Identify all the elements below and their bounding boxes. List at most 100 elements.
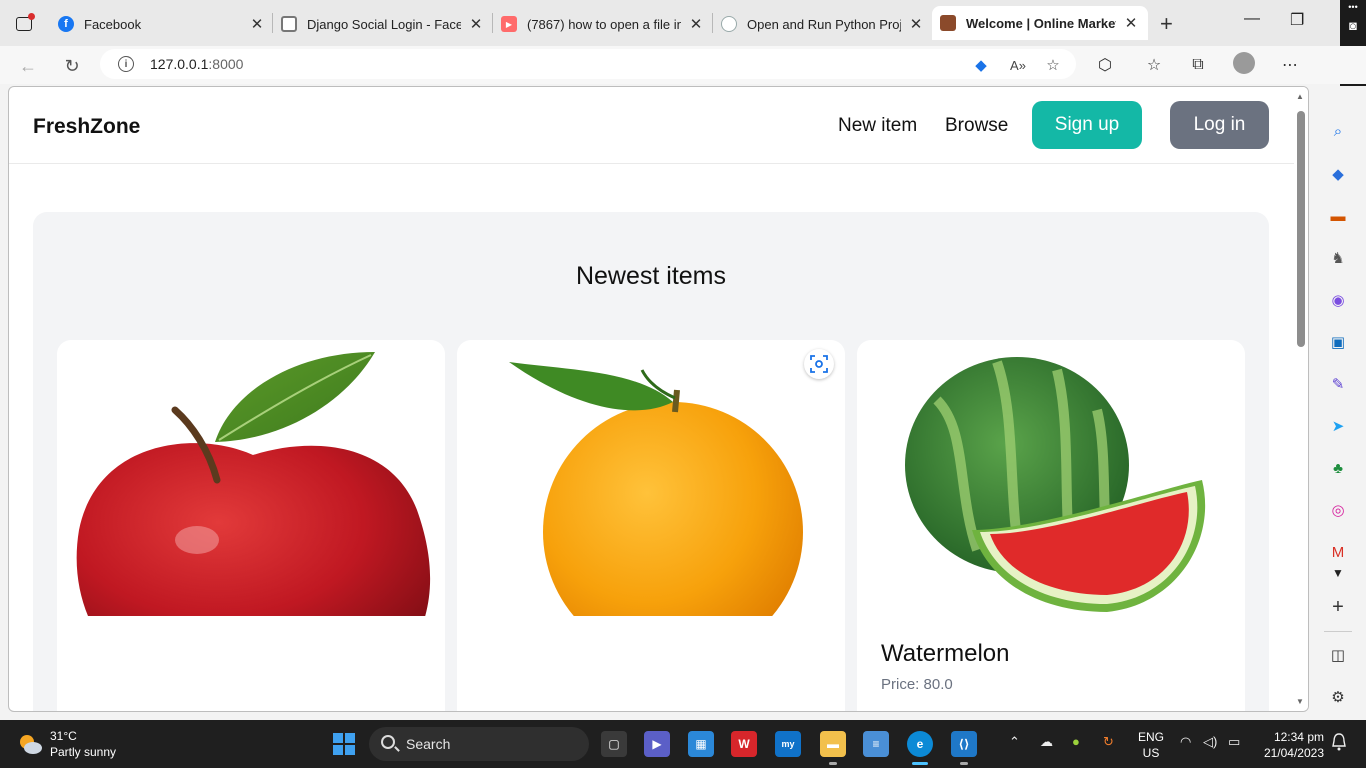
battery-icon[interactable]: ▭ — [1228, 734, 1240, 750]
onedrive-icon[interactable]: ☁ — [1040, 734, 1053, 750]
instagram-icon[interactable]: ◎ — [1327, 499, 1349, 521]
send-icon[interactable]: ➤ — [1327, 415, 1349, 437]
partly-sunny-icon[interactable] — [17, 731, 43, 757]
back-arrow-icon[interactable]: ← — [14, 52, 42, 80]
chevron-down-icon[interactable]: ▼ — [1327, 562, 1349, 584]
add-favorite-icon[interactable]: ☆ — [1044, 56, 1062, 74]
tab-facebook[interactable]: f Facebook ✕ — [58, 8, 266, 40]
login-button[interactable]: Log in — [1170, 101, 1269, 149]
notification-bell-icon[interactable] — [1332, 733, 1346, 751]
gmail-icon[interactable]: M — [1327, 541, 1349, 563]
site-brand[interactable]: FreshZone — [33, 115, 140, 139]
new-tab-button[interactable]: + — [1160, 11, 1173, 37]
edge-browser-icon[interactable]: e — [907, 731, 933, 757]
wifi-icon[interactable]: ◠ — [1180, 734, 1191, 750]
tab-title: Open and Run Python Projects — [747, 16, 901, 32]
shopping-tag-icon[interactable]: ◆ — [972, 56, 990, 74]
item-card-orange[interactable] — [457, 340, 845, 711]
scrollbar-thumb[interactable] — [1297, 111, 1305, 347]
vscode-icon[interactable]: ⟨⟩ — [951, 731, 977, 757]
tab-online-marketplace[interactable]: Welcome | Online Marketplace ✕ — [932, 6, 1148, 40]
weather-description[interactable]: Partly sunny — [50, 745, 116, 759]
split-screen-icon[interactable]: ◫ — [1327, 644, 1349, 666]
file-explorer-icon[interactable]: ▬ — [820, 731, 846, 757]
visual-search-icon[interactable] — [804, 349, 834, 379]
minimize-button[interactable]: — — [1244, 10, 1260, 28]
search-label: Search — [406, 736, 451, 752]
signup-button[interactable]: Sign up — [1032, 101, 1142, 149]
close-icon[interactable]: ✕ — [907, 15, 925, 33]
tab-title: Facebook — [84, 16, 142, 32]
read-aloud-icon[interactable]: A» — [1009, 56, 1027, 74]
store-icon[interactable]: ▦ — [688, 731, 714, 757]
more-icon[interactable]: ••• — [1345, 2, 1361, 18]
tab-django-social-login[interactable]: Django Social Login - Facebook ✕ — [281, 8, 485, 40]
tab-actions-icon[interactable] — [12, 12, 36, 34]
taskbar-search[interactable]: Search — [369, 727, 589, 761]
system-clock[interactable]: 12:34 pm 21/04/2023 — [1258, 729, 1324, 761]
address-bar[interactable]: i 127.0.0.1:8000 ◆ A» ☆ — [100, 49, 1076, 79]
running-indicator — [960, 762, 968, 765]
shopping-icon[interactable]: ◆ — [1327, 163, 1349, 185]
browse-link[interactable]: Browse — [945, 115, 1008, 137]
restore-button[interactable]: ❐ — [1290, 10, 1304, 30]
more-menu-icon[interactable]: ⋯ — [1279, 54, 1301, 76]
notepad-icon[interactable]: ≡ — [863, 731, 889, 757]
close-icon[interactable]: ✕ — [687, 15, 705, 33]
tree-icon[interactable]: ♣ — [1327, 457, 1349, 479]
teams-icon[interactable]: ▶ — [644, 731, 670, 757]
new-item-link[interactable]: New item — [838, 115, 917, 137]
tab-title: Welcome | Online Marketplace — [966, 15, 1116, 31]
tray-chevron-icon[interactable]: ⌃ — [1009, 734, 1020, 750]
close-icon[interactable]: ✕ — [248, 15, 266, 33]
page-viewport: FreshZone New item Browse Sign up Log in… — [8, 86, 1309, 712]
close-icon[interactable]: ✕ — [467, 15, 485, 33]
volume-icon[interactable]: ◁) — [1203, 734, 1217, 750]
favorites-icon[interactable]: ☆ — [1143, 54, 1165, 76]
search-icon[interactable]: ⌕ — [1327, 120, 1349, 142]
add-icon[interactable]: + — [1327, 596, 1349, 618]
info-icon[interactable]: i — [118, 56, 134, 72]
close-icon[interactable]: ✕ — [1122, 14, 1140, 32]
watermelon-image — [905, 357, 1206, 612]
tab-title: (7867) how to open a file in v — [527, 16, 681, 32]
tools-icon[interactable]: ▬ — [1327, 205, 1349, 227]
designer-icon[interactable]: ✎ — [1327, 373, 1349, 395]
profile-avatar[interactable] — [1233, 52, 1255, 74]
extensions-icon[interactable]: ⬡ — [1094, 54, 1116, 76]
collections-icon[interactable]: ⧉ — [1187, 54, 1209, 76]
myhp-icon[interactable]: my — [775, 731, 801, 757]
camera-icon[interactable]: ◙ — [1345, 18, 1361, 34]
weather-temperature[interactable]: 31°C — [50, 729, 77, 743]
page-scrollbar[interactable]: ▲ ▼ — [1294, 87, 1308, 711]
youtube-icon: ▶ — [501, 16, 517, 32]
wps-office-icon[interactable]: W — [731, 731, 757, 757]
scroll-up-icon[interactable]: ▲ — [1296, 92, 1304, 101]
copilot-icon[interactable]: ◉ — [1327, 289, 1349, 311]
games-icon[interactable]: ♞ — [1327, 247, 1349, 269]
task-view-icon[interactable]: ▢ — [601, 731, 627, 757]
section-title: Newest items — [575, 262, 727, 290]
scroll-down-icon[interactable]: ▼ — [1296, 697, 1304, 706]
url-text[interactable]: 127.0.0.1:8000 — [150, 56, 243, 72]
tab-chatgpt[interactable]: Open and Run Python Projects ✕ — [721, 8, 925, 40]
item-name[interactable]: Watermelon — [881, 640, 1009, 668]
outlook-icon[interactable]: ▣ — [1327, 331, 1349, 353]
windows-start-icon[interactable] — [333, 733, 355, 755]
refresh-icon[interactable]: ↻ — [58, 52, 86, 80]
language-indicator[interactable]: ENG US — [1138, 729, 1164, 761]
sync-icon[interactable]: ↻ — [1103, 734, 1114, 750]
url-port: :8000 — [208, 56, 244, 72]
page-icon — [281, 16, 297, 32]
active-indicator — [912, 762, 928, 765]
security-icon[interactable]: ● — [1072, 734, 1080, 749]
tab-youtube[interactable]: ▶ (7867) how to open a file in v ✕ — [501, 8, 705, 40]
item-card-apple[interactable] — [57, 340, 445, 711]
url-host: 127.0.0.1 — [150, 56, 209, 72]
lang-code: ENG — [1138, 730, 1165, 744]
orange-image — [509, 362, 803, 616]
apple-image — [76, 352, 431, 616]
sidebar-settings-icon[interactable]: ⚙ — [1327, 686, 1349, 708]
facebook-icon: f — [58, 16, 74, 32]
item-card-watermelon[interactable]: Watermelon Price: 80.0 — [857, 340, 1245, 711]
